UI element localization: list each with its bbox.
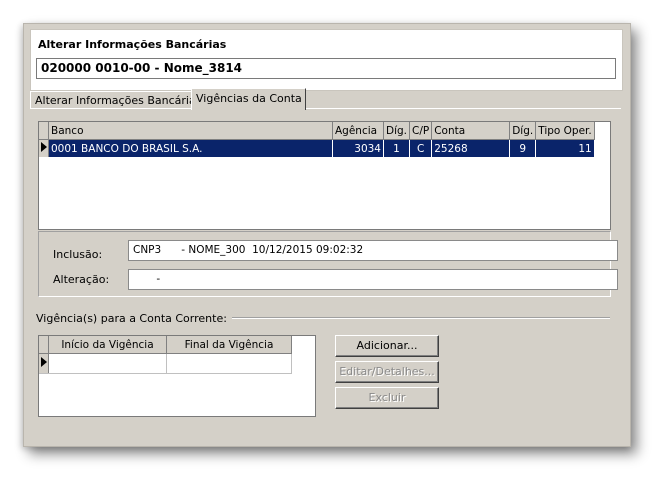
col-tipo-oper[interactable]: Tipo Oper. [535, 122, 595, 140]
col-inicio-vigencia[interactable]: Início da Vigência [48, 336, 167, 354]
vigencias-section-label: Vigência(s) para a Conta Corrente: [36, 312, 232, 325]
cell-conta[interactable]: 25268 [431, 139, 511, 157]
cell-cp[interactable]: C [409, 139, 433, 157]
section-divider [214, 317, 610, 319]
tab-strip: Alterar Informações Bancárias Vigências … [30, 88, 625, 110]
row-indicator [39, 353, 49, 374]
audit-info-panel: Inclusão: CNP3 - NOME_300 10/12/2015 09:… [38, 231, 618, 297]
tab-divider [30, 108, 621, 109]
vigencias-grid-header: Início da Vigência Final da Vigência [39, 336, 292, 354]
dialog-window: Alterar Informações Bancárias 020000 001… [23, 23, 631, 447]
cell-digito-conta[interactable]: 9 [509, 139, 537, 157]
col-final-vigencia[interactable]: Final da Vigência [166, 336, 292, 354]
row-pointer-icon [41, 357, 47, 367]
cell-inicio-vigencia[interactable] [48, 353, 167, 374]
cell-final-vigencia[interactable] [166, 353, 292, 374]
add-button[interactable]: Adicionar... [335, 335, 439, 357]
table-row[interactable]: 0001 BANCO DO BRASIL S.A. 3034 1 C 25268… [39, 139, 595, 157]
col-banco[interactable]: Banco [48, 122, 333, 140]
tab-alterar-informacoes[interactable]: Alterar Informações Bancárias [30, 91, 201, 109]
accounts-grid[interactable]: Banco Agência Díg. C/P Conta Díg. Tipo O… [38, 121, 611, 230]
vigencias-grid[interactable]: Início da Vigência Final da Vigência [38, 335, 316, 417]
inclusao-label: Inclusão: [53, 248, 103, 261]
inclusao-field: CNP3 - NOME_300 10/12/2015 09:02:32 [128, 240, 618, 261]
alteracao-field: - [128, 269, 618, 290]
col-conta[interactable]: Conta [431, 122, 511, 140]
col-digito-agencia[interactable]: Díg. [383, 122, 411, 140]
cell-tipo-oper[interactable]: 11 [535, 139, 595, 157]
accounts-grid-header: Banco Agência Díg. C/P Conta Díg. Tipo O… [39, 122, 595, 140]
account-field: 020000 0010-00 - Nome_3814 [36, 58, 616, 79]
col-digito-conta[interactable]: Díg. [509, 122, 537, 140]
cell-banco[interactable]: 0001 BANCO DO BRASIL S.A. [48, 139, 333, 157]
tab-vigencias-da-conta[interactable]: Vigências da Conta [191, 88, 306, 110]
header-panel: Alterar Informações Bancárias 020000 001… [30, 29, 623, 91]
col-agencia[interactable]: Agência [332, 122, 384, 140]
row-pointer-icon [41, 142, 47, 152]
cell-agencia[interactable]: 3034 [332, 139, 384, 157]
dialog-title: Alterar Informações Bancárias [38, 38, 227, 51]
row-indicator-header [39, 122, 49, 140]
row-indicator [39, 139, 49, 157]
delete-button[interactable]: Excluir [335, 387, 439, 409]
cell-digito-agencia[interactable]: 1 [383, 139, 411, 157]
col-cp[interactable]: C/P [409, 122, 433, 140]
alteracao-label: Alteração: [53, 273, 110, 286]
table-row[interactable] [39, 353, 292, 374]
row-indicator-header [39, 336, 49, 354]
edit-details-button[interactable]: Editar/Detalhes... [335, 361, 439, 383]
